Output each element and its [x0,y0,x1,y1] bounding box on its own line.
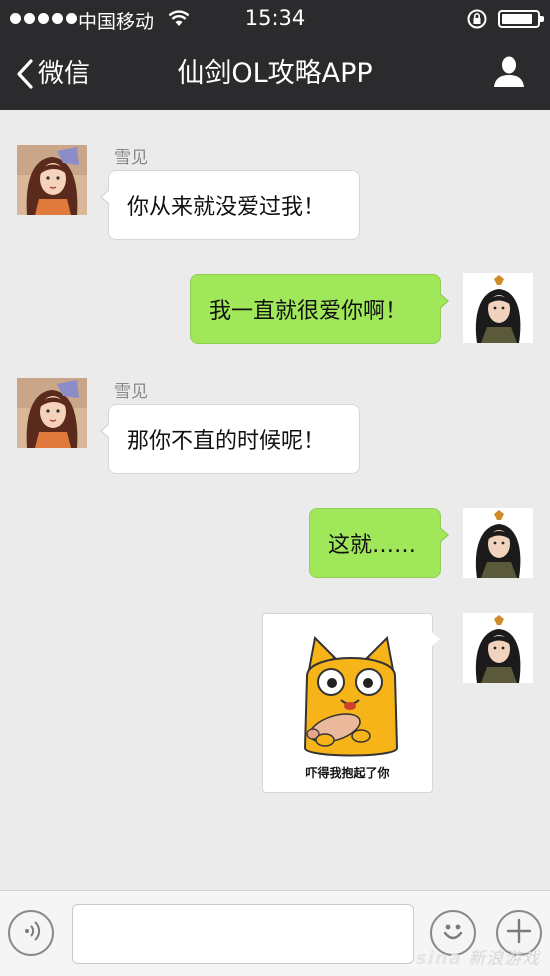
watermark-text: 新浪游戏 [468,949,541,969]
avatar-xuejian[interactable] [17,145,87,215]
sticker-caption: 吓得我抱起了你 [305,766,390,780]
voice-input-button[interactable] [8,910,54,956]
avatar-me[interactable] [463,613,533,683]
message-bubble[interactable]: 你从来就没爱过我！ [100,170,360,240]
cat-hugging-pig-sticker [303,636,399,757]
avatar-me[interactable] [463,508,533,578]
person-icon [492,56,526,92]
sender-name: 雪见 [114,148,148,168]
voice-icon [19,919,43,947]
message-bubble[interactable]: 这就…… [309,508,449,578]
message-bubble[interactable]: 我一直就很爱你啊！ [190,274,449,344]
sticker-message[interactable]: 吓得我抱起了你 [262,613,440,793]
chat-title: 仙剑OL攻略APP [177,58,373,89]
battery-icon [498,10,544,28]
rotation-lock-icon [466,8,488,35]
nav-bar: 微信 仙剑OL攻略APP [0,38,550,110]
message-bubble[interactable]: 那你不直的时候呢！ [100,404,360,474]
message-input[interactable] [72,904,414,964]
message-list[interactable]: 雪见 你从来就没爱过我！ 我一直就很爱你啊！ 雪见 那你不直的时候呢！ 这就……… [0,110,550,890]
chat-screen: 中国移动 15:34 微信 仙剑OL攻略APP 雪见 你从来就没爱过我！ 我一直… [0,0,550,976]
sender-name: 雪见 [114,382,148,402]
status-bar: 中国移动 15:34 [0,0,550,38]
watermark-brand: sina [416,948,462,969]
chat-info-button[interactable] [492,54,526,92]
avatar-xuejian[interactable] [17,378,87,448]
avatar-me[interactable] [463,273,533,343]
watermark: sina 新浪游戏 [416,944,540,969]
